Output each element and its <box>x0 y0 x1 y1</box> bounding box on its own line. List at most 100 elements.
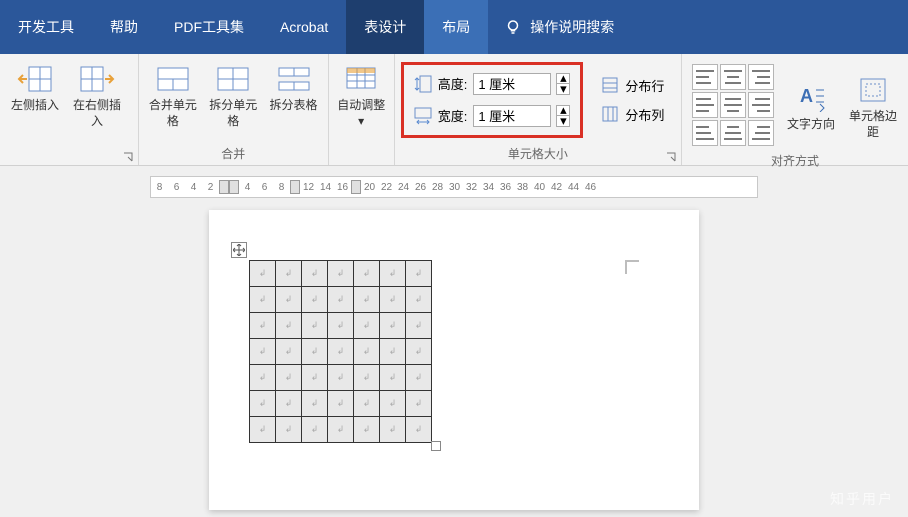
align-bc[interactable] <box>720 120 746 146</box>
distribute-cols-label: 分布列 <box>625 105 664 124</box>
table-cell[interactable]: ↲ <box>250 339 276 365</box>
table-cell[interactable]: ↲ <box>328 339 354 365</box>
table-cell[interactable]: ↲ <box>380 339 406 365</box>
merge-cells-button[interactable]: 合并单元格 <box>145 58 201 129</box>
align-tl[interactable] <box>692 64 718 90</box>
ribbon: 左侧插入 在右侧插入 合并单元格 拆分单元格 拆分表格 合并 <box>0 54 908 166</box>
align-mr[interactable] <box>748 92 774 118</box>
table-cell[interactable]: ↲ <box>354 339 380 365</box>
insert-left-button[interactable]: 左侧插入 <box>6 58 64 114</box>
table-cell[interactable]: ↲ <box>302 391 328 417</box>
table-cell[interactable]: ↲ <box>302 365 328 391</box>
table-cell[interactable]: ↲ <box>250 287 276 313</box>
autofit-button[interactable]: 自动调整▾ <box>335 58 388 129</box>
table-cell[interactable]: ↲ <box>276 313 302 339</box>
split-table-button[interactable]: 拆分表格 <box>265 58 321 114</box>
table-cell[interactable]: ↲ <box>328 261 354 287</box>
table-cell[interactable]: ↲ <box>328 391 354 417</box>
table-resize-handle[interactable] <box>431 441 441 451</box>
table-cell[interactable]: ↲ <box>276 339 302 365</box>
tell-me-search[interactable]: 操作说明搜索 <box>488 17 630 37</box>
table-cell[interactable]: ↲ <box>276 287 302 313</box>
table-cell[interactable]: ↲ <box>302 417 328 443</box>
table-cell[interactable]: ↲ <box>250 417 276 443</box>
align-tr[interactable] <box>748 64 774 90</box>
document-table[interactable]: ↲↲↲↲↲↲↲↲↲↲↲↲↲↲↲↲↲↲↲↲↲↲↲↲↲↲↲↲↲↲↲↲↲↲↲↲↲↲↲↲… <box>249 260 432 443</box>
dialog-launcher-icon[interactable] <box>122 151 134 163</box>
tab-help[interactable]: 帮助 <box>92 0 156 54</box>
svg-text:A: A <box>800 86 813 106</box>
table-cell[interactable]: ↲ <box>250 365 276 391</box>
table-cell[interactable]: ↲ <box>354 417 380 443</box>
table-cell[interactable]: ↲ <box>406 417 432 443</box>
insert-right-button[interactable]: 在右侧插入 <box>68 58 126 129</box>
tab-layout[interactable]: 布局 <box>424 0 488 54</box>
table-cell[interactable]: ↲ <box>250 261 276 287</box>
merge-group-label: 合并 <box>139 145 328 165</box>
cell-margins-button[interactable]: 单元格边距 <box>844 69 902 140</box>
margin-corner-mark <box>625 260 639 274</box>
chevron-down-icon: ▾ <box>358 114 364 128</box>
table-cell[interactable]: ↲ <box>354 261 380 287</box>
width-label: 宽度: <box>438 106 468 125</box>
table-cell[interactable]: ↲ <box>354 287 380 313</box>
table-cell[interactable]: ↲ <box>380 261 406 287</box>
horizontal-ruler[interactable]: 8642468121416202224262830323436384042444… <box>150 176 758 198</box>
table-move-handle[interactable] <box>231 242 247 258</box>
align-tc[interactable] <box>720 64 746 90</box>
table-cell[interactable]: ↲ <box>250 313 276 339</box>
insert-right-icon <box>77 62 117 96</box>
table-cell[interactable]: ↲ <box>354 365 380 391</box>
table-cell[interactable]: ↲ <box>406 261 432 287</box>
table-cell[interactable]: ↲ <box>380 365 406 391</box>
split-cells-label: 拆分单元格 <box>205 98 261 129</box>
distribute-cols-button[interactable]: 分布列 <box>601 105 664 124</box>
table-cell[interactable]: ↲ <box>380 287 406 313</box>
table-cell[interactable]: ↲ <box>328 287 354 313</box>
table-cell[interactable]: ↲ <box>276 417 302 443</box>
table-cell[interactable]: ↲ <box>276 261 302 287</box>
table-cell[interactable]: ↲ <box>328 417 354 443</box>
table-cell[interactable]: ↲ <box>354 391 380 417</box>
align-mc[interactable] <box>720 92 746 118</box>
table-cell[interactable]: ↲ <box>380 417 406 443</box>
table-cell[interactable]: ↲ <box>276 365 302 391</box>
table-cell[interactable]: ↲ <box>406 365 432 391</box>
table-cell[interactable]: ↲ <box>302 339 328 365</box>
document-page: ↲↲↲↲↲↲↲↲↲↲↲↲↲↲↲↲↲↲↲↲↲↲↲↲↲↲↲↲↲↲↲↲↲↲↲↲↲↲↲↲… <box>209 210 699 510</box>
table-cell[interactable]: ↲ <box>406 391 432 417</box>
row-height-input[interactable] <box>473 73 551 95</box>
table-cell[interactable]: ↲ <box>354 313 380 339</box>
distribute-rows-button[interactable]: 分布行 <box>601 76 664 95</box>
text-direction-button[interactable]: A 文字方向 <box>782 77 840 133</box>
table-cell[interactable]: ↲ <box>302 261 328 287</box>
distribute-rows-label: 分布行 <box>625 76 664 95</box>
table-cell[interactable]: ↲ <box>406 339 432 365</box>
height-spin-down[interactable]: ▾ <box>556 84 570 95</box>
insert-left-label: 左侧插入 <box>11 98 59 114</box>
table-cell[interactable]: ↲ <box>276 391 302 417</box>
table-cell[interactable]: ↲ <box>328 365 354 391</box>
align-group-label: 对齐方式 <box>682 152 908 169</box>
align-br[interactable] <box>748 120 774 146</box>
cellsize-group-label: 单元格大小 <box>508 147 568 161</box>
table-cell[interactable]: ↲ <box>406 313 432 339</box>
table-cell[interactable]: ↲ <box>250 391 276 417</box>
table-cell[interactable]: ↲ <box>328 313 354 339</box>
insert-right-label: 在右侧插入 <box>68 98 126 129</box>
col-width-input[interactable] <box>473 105 551 127</box>
dialog-launcher-icon[interactable] <box>665 151 677 163</box>
table-cell[interactable]: ↲ <box>380 313 406 339</box>
width-spin-down[interactable]: ▾ <box>556 116 570 127</box>
tab-pdf[interactable]: PDF工具集 <box>156 0 262 54</box>
table-cell[interactable]: ↲ <box>406 287 432 313</box>
table-cell[interactable]: ↲ <box>380 391 406 417</box>
tab-devtools[interactable]: 开发工具 <box>0 0 92 54</box>
align-bl[interactable] <box>692 120 718 146</box>
table-cell[interactable]: ↲ <box>302 313 328 339</box>
align-ml[interactable] <box>692 92 718 118</box>
split-cells-button[interactable]: 拆分单元格 <box>205 58 261 129</box>
tab-acrobat[interactable]: Acrobat <box>262 0 346 54</box>
table-cell[interactable]: ↲ <box>302 287 328 313</box>
tab-table-design[interactable]: 表设计 <box>346 0 424 54</box>
